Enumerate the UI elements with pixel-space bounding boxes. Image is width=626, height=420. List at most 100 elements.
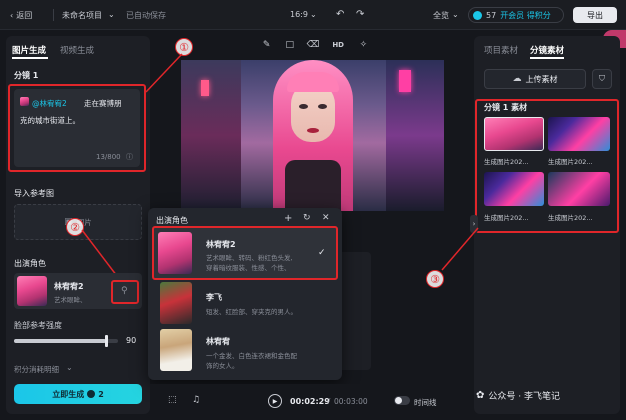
tab-shot-assets[interactable]: 分镜素材 <box>530 44 564 56</box>
add-icon[interactable]: + <box>284 213 292 224</box>
member-link[interactable]: 开会员 得积分 <box>500 10 551 21</box>
tab-underline <box>12 57 48 59</box>
check-icon: ✓ <box>318 248 326 258</box>
character-desc-3b: 饰的女人。 <box>206 362 239 370</box>
view-select[interactable]: 全览 <box>433 10 449 21</box>
hd-button[interactable]: HD <box>329 38 347 52</box>
strength-slider[interactable] <box>14 339 118 343</box>
character-desc-1: 艺术眼眸、转码、粉红色头发, <box>206 254 293 262</box>
autosave-status: 已自动保存 <box>126 11 166 20</box>
music-icon[interactable]: ♫ <box>192 395 200 405</box>
generate-cost: 2 <box>98 389 104 399</box>
character-name-2: 李飞 <box>206 293 222 302</box>
character-name-1: 林宥宥2 <box>206 240 236 249</box>
chevron-down-icon[interactable]: ⌄ <box>310 10 317 19</box>
coin-icon <box>473 10 482 20</box>
tab-project-assets[interactable]: 项目素材 <box>484 44 518 56</box>
asset-label-2: 生成图片202... <box>548 158 593 166</box>
export-button[interactable]: 导出 <box>573 7 617 23</box>
character-desc-1b: 穿着暗纹服装、性感、个性、 <box>206 264 291 272</box>
info-icon: ⓘ <box>126 153 133 161</box>
points-count: 57 <box>486 10 497 20</box>
switch-character-icon[interactable]: ⚲ <box>121 286 128 296</box>
watermark-text: 公众号 · 李飞笔记 <box>488 391 560 402</box>
cast-name: 林宥宥2 <box>54 282 84 291</box>
asset-thumb-4[interactable] <box>548 172 610 206</box>
building-right <box>386 60 444 211</box>
character-bangs <box>287 72 339 92</box>
generate-label: 立即生成 <box>52 389 85 399</box>
frame-icon[interactable]: ⬚ <box>168 395 177 405</box>
chevron-left-icon: ‹ <box>10 10 14 20</box>
popup-title: 出演角色 <box>156 216 188 225</box>
neon-sign <box>201 80 209 96</box>
refresh-icon[interactable]: ↻ <box>303 213 311 223</box>
prompt-input[interactable]: @林宥宥2 走在赛博朋 克的城市街道上。 13/800 ⓘ <box>14 89 140 167</box>
character-eye <box>318 104 327 109</box>
tab-underline <box>530 57 564 59</box>
filter-icon[interactable]: ⛉ <box>592 69 612 89</box>
cost-detail-label[interactable]: 积分消耗明细 <box>14 364 59 375</box>
character-name-3: 林宥宥 <box>206 337 230 346</box>
asset-label-1: 生成图片202... <box>484 158 529 166</box>
tab-image-generation[interactable]: 图片生成 <box>12 44 46 56</box>
canvas-toolbar: ✎ □ ⌫ HD ✧ <box>255 36 375 54</box>
upload-label: 上传素材 <box>525 74 558 84</box>
character-thumb-2 <box>160 282 192 324</box>
crop-icon[interactable]: □ <box>283 38 297 52</box>
character-lips <box>307 128 319 133</box>
project-name[interactable]: 未命名项目 <box>62 10 102 21</box>
play-button[interactable]: ▶ <box>268 394 282 408</box>
watermark: ✿ 公众号 · 李飞笔记 <box>474 384 620 406</box>
mention-avatar <box>20 97 29 106</box>
asset-thumb-1[interactable] <box>484 117 544 151</box>
strength-slider-handle[interactable] <box>104 335 108 347</box>
cast-desc: 艺术眼眸、 <box>54 296 87 304</box>
mention-tag[interactable]: @林宥宥2 <box>32 98 67 109</box>
cast-title: 出演角色 <box>14 259 46 268</box>
eraser-icon[interactable]: ⌫ <box>306 38 320 52</box>
shot-assets-title: 分镜 1 素材 <box>484 103 528 112</box>
strength-label: 脸部参考强度 <box>14 321 62 330</box>
magic-wand-icon[interactable]: ✧ <box>356 38 370 52</box>
cast-avatar <box>17 276 47 306</box>
chevron-down-icon[interactable]: ⌄ <box>452 10 459 19</box>
back-label: 返回 <box>16 10 33 20</box>
prompt-text-line1: 走在赛博朋 <box>84 99 122 108</box>
asset-thumb-2[interactable] <box>548 117 610 151</box>
building-left <box>181 60 241 211</box>
coin-icon <box>87 390 96 398</box>
canvas-image[interactable] <box>181 60 444 211</box>
current-time: 00:02:29 <box>290 397 330 406</box>
shot-title: 分镜 1 <box>14 71 39 80</box>
chevron-down-icon[interactable]: ⌄ <box>66 363 73 372</box>
character-desc-3: 一个金发、白色连衣裙和金色配 <box>206 352 297 360</box>
tab-video-generation[interactable]: 视频生成 <box>60 44 94 56</box>
asset-label-4: 生成图片202... <box>548 214 593 222</box>
character-body <box>285 160 341 211</box>
annotation-arrow-3 <box>441 227 479 271</box>
wechat-icon: ✿ <box>476 389 485 401</box>
timeline-toggle[interactable] <box>394 396 410 405</box>
back-button[interactable]: ‹ 返回 <box>10 8 46 22</box>
asset-thumb-3[interactable] <box>484 172 544 206</box>
divider <box>53 9 54 21</box>
prompt-text-line2: 克的城市街道上。 <box>20 116 80 125</box>
brush-icon[interactable]: ✎ <box>260 38 274 52</box>
total-time: 00:03:00 <box>334 397 368 406</box>
aspect-ratio-select[interactable]: 16:9 <box>290 10 308 19</box>
character-thumb-1 <box>158 232 192 274</box>
points-badge[interactable]: 57 开会员 得积分 <box>468 7 564 23</box>
chevron-down-icon[interactable]: ⌄ <box>108 10 115 19</box>
generate-button[interactable]: 立即生成 2 <box>14 384 142 404</box>
redo-icon[interactable]: ↷ <box>356 9 364 20</box>
neon-sign <box>399 70 411 92</box>
close-icon[interactable]: ✕ <box>322 213 330 223</box>
character-desc-2: 短发、红脸部、穿夹克的男人。 <box>206 308 297 316</box>
character-eye <box>299 104 308 109</box>
undo-icon[interactable]: ↶ <box>336 9 344 20</box>
strength-value: 90 <box>126 336 137 345</box>
upload-button[interactable]: ☁ 上传素材 <box>484 69 586 89</box>
toggle-knob <box>395 397 402 404</box>
top-bar: ‹ 返回 未命名项目 ⌄ 已自动保存 16:9 ⌄ ↶ ↷ 全览 ⌄ 57 开会… <box>0 0 626 30</box>
